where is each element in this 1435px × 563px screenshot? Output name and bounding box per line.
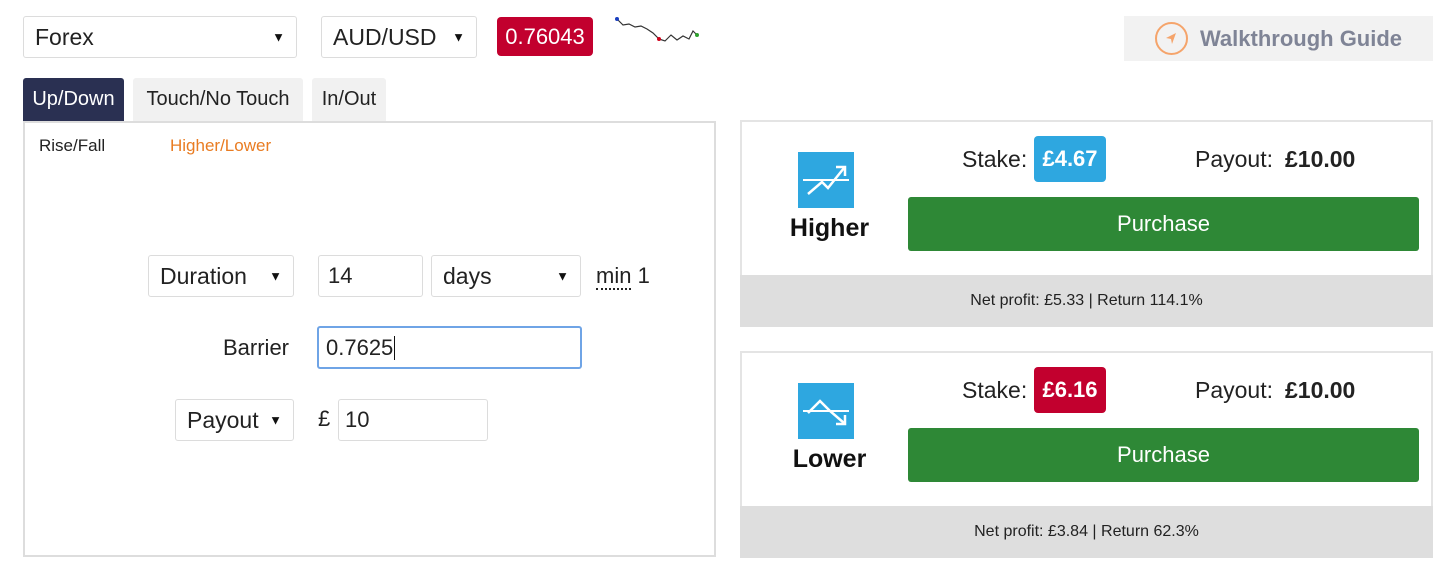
symbol-select-value: AUD/USD bbox=[333, 23, 437, 50]
stake-badge: £4.67 bbox=[1034, 136, 1106, 182]
walkthrough-guide-button[interactable]: Walkthrough Guide bbox=[1124, 16, 1433, 61]
subtab-rise-fall[interactable]: Rise/Fall bbox=[39, 136, 105, 156]
duration-unit-select[interactable]: days ▼ bbox=[431, 255, 581, 297]
duration-type-value: Duration bbox=[160, 262, 247, 289]
tab-in-out[interactable]: In/Out bbox=[312, 78, 386, 121]
barrier-input[interactable]: 0.7625 bbox=[317, 326, 582, 369]
tab-touch-no-touch-label: Touch/No Touch bbox=[146, 88, 290, 110]
purchase-lower-label: Purchase bbox=[1117, 442, 1210, 467]
spot-price-value: 0.76043 bbox=[505, 23, 585, 49]
basis-value: Payout bbox=[187, 406, 259, 433]
contract-higher-card: Higher Stake: £4.67 Payout: £10.00 Purch… bbox=[740, 120, 1433, 327]
walkthrough-guide-label: Walkthrough Guide bbox=[1199, 25, 1403, 51]
stake-badge: £6.16 bbox=[1034, 367, 1106, 413]
caret-down-icon: ▼ bbox=[269, 268, 282, 284]
barrier-label: Barrier bbox=[223, 335, 290, 360]
market-select[interactable]: Forex ▼ bbox=[23, 16, 297, 58]
stake-label: Stake: bbox=[962, 377, 1028, 403]
caret-down-icon: ▼ bbox=[272, 29, 285, 45]
duration-unit-value: days bbox=[443, 262, 492, 289]
subtab-higher-lower[interactable]: Higher/Lower bbox=[170, 136, 271, 156]
trade-form-panel: Rise/Fall Higher/Lower Duration ▼ 14 day… bbox=[23, 121, 716, 557]
contract-higher-info: Net profit: £5.33 | Return 114.1% bbox=[740, 275, 1433, 327]
payout-label: Payout: bbox=[1195, 146, 1273, 172]
min-value: 1 bbox=[637, 263, 650, 288]
purchase-lower-button[interactable]: Purchase bbox=[908, 428, 1419, 482]
duration-amount-value: 14 bbox=[328, 263, 353, 288]
payout-value: £10.00 bbox=[1285, 146, 1356, 172]
trend-up-icon bbox=[798, 152, 854, 208]
price-sparkline-icon bbox=[615, 17, 699, 42]
tab-touch-no-touch[interactable]: Touch/No Touch bbox=[133, 78, 303, 121]
trend-down-icon bbox=[798, 383, 854, 439]
basis-select[interactable]: Payout ▼ bbox=[175, 399, 294, 441]
spot-price-badge: 0.76043 bbox=[497, 17, 593, 56]
amount-value: 10 bbox=[345, 407, 370, 432]
duration-amount-input[interactable]: 14 bbox=[318, 255, 423, 297]
caret-down-icon: ▼ bbox=[452, 29, 465, 45]
caret-down-icon: ▼ bbox=[269, 412, 282, 428]
symbol-select[interactable]: AUD/USD ▼ bbox=[321, 16, 477, 58]
contract-lower-label: Lower bbox=[792, 445, 867, 473]
contract-lower-info: Net profit: £3.84 | Return 62.3% bbox=[740, 506, 1433, 558]
tab-up-down-label: Up/Down bbox=[32, 88, 115, 110]
duration-type-select[interactable]: Duration ▼ bbox=[148, 255, 294, 297]
text-cursor bbox=[394, 335, 396, 360]
contract-higher-label: Higher bbox=[789, 214, 870, 242]
tab-up-down[interactable]: Up/Down bbox=[23, 78, 124, 121]
purchase-higher-label: Purchase bbox=[1117, 211, 1210, 236]
contract-lower-card: Lower Stake: £6.16 Payout: £10.00 Purcha… bbox=[740, 351, 1433, 558]
tab-in-out-label: In/Out bbox=[321, 88, 377, 110]
minimum-duration-hint: min 1 bbox=[596, 263, 650, 290]
min-abbreviation: min bbox=[596, 263, 632, 290]
caret-down-icon: ▼ bbox=[556, 268, 569, 284]
navigation-arrow-icon bbox=[1154, 22, 1188, 55]
amount-input[interactable]: 10 bbox=[338, 399, 488, 441]
stake-label: Stake: bbox=[962, 146, 1028, 172]
currency-symbol: £ bbox=[318, 406, 331, 431]
barrier-value: 0.7625 bbox=[326, 334, 394, 360]
payout-value: £10.00 bbox=[1285, 377, 1356, 403]
net-profit-text: Net profit: £3.84 | Return 62.3% bbox=[974, 523, 1199, 540]
market-select-value: Forex bbox=[35, 23, 94, 50]
payout-label: Payout: bbox=[1195, 377, 1273, 403]
net-profit-text: Net profit: £5.33 | Return 114.1% bbox=[970, 292, 1203, 309]
purchase-higher-button[interactable]: Purchase bbox=[908, 197, 1419, 251]
